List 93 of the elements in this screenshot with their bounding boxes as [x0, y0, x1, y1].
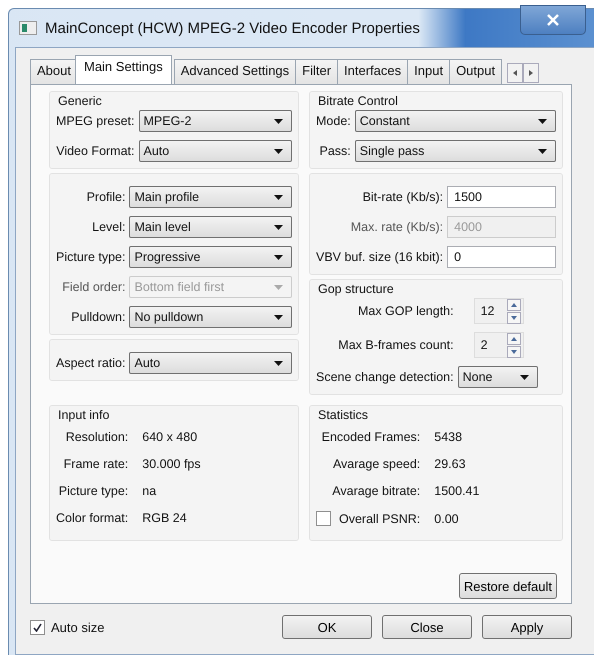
tab[interactable]: Main Settings	[74, 55, 172, 84]
field-label: Bit-rate (Kb/s):	[362, 190, 444, 204]
dialog-button[interactable]: OK	[282, 615, 372, 639]
dialog-button[interactable]: Apply	[482, 615, 572, 639]
tab[interactable]: Input	[407, 59, 450, 84]
info-label: Frame rate:	[62, 457, 128, 471]
info-value: 0.00	[434, 512, 460, 526]
info-label: Avarage speed:	[332, 457, 420, 471]
check-icon	[33, 622, 42, 632]
field-label: MPEG preset:	[56, 114, 134, 128]
dropdown[interactable]: Progressive	[129, 246, 292, 268]
dropdown[interactable]: MPEG-2	[138, 110, 292, 132]
close-icon	[547, 14, 559, 26]
dropdown-arrow-icon	[274, 148, 283, 154]
dropdown[interactable]: Constant	[354, 110, 556, 132]
spin-down-button[interactable]	[506, 312, 521, 324]
group-title: Gop structure	[318, 282, 395, 296]
info-value: 1500.41	[434, 484, 480, 498]
down-arrow-icon	[510, 350, 517, 354]
field-label: Level:	[91, 220, 126, 234]
group-title: Bitrate Control	[318, 94, 399, 108]
info-value: 5438	[434, 430, 464, 444]
info-value: 30.000 fps	[142, 457, 202, 471]
field-label: Aspect ratio:	[56, 356, 126, 370]
dropdown[interactable]: Auto	[129, 352, 292, 374]
dropdown[interactable]: Main profile	[129, 186, 292, 208]
scroll-left-button[interactable]	[507, 63, 524, 83]
info-value: RGB 24	[142, 511, 188, 525]
input-field[interactable]: 1500	[447, 186, 556, 208]
dropdown-arrow-icon	[274, 194, 283, 200]
left-arrow-icon	[513, 70, 518, 76]
field-label: VBV buf. size (16 kbit):	[316, 250, 444, 264]
restore-default-button[interactable]: Restore default	[458, 573, 557, 599]
info-value: na	[142, 484, 158, 498]
up-arrow-icon	[510, 336, 517, 340]
up-arrow-icon	[510, 302, 517, 306]
info-label: Overall PSNR:	[339, 512, 420, 526]
dropdown[interactable]: None	[458, 366, 538, 388]
field-label: Mode:	[316, 114, 351, 128]
dropdown-arrow-icon	[274, 284, 283, 290]
dropdown-arrow-icon	[274, 224, 283, 230]
app-icon	[19, 21, 37, 35]
scroll-right-button[interactable]	[523, 63, 540, 83]
field-label: Max. rate (Kb/s):	[350, 220, 444, 234]
field-label: Pass:	[318, 144, 351, 158]
tab[interactable]: Interfaces	[337, 59, 408, 84]
group-title: Generic	[58, 94, 103, 108]
field-label: Video Format:	[56, 144, 134, 158]
spin-up-button[interactable]	[506, 332, 521, 344]
tab[interactable]: Advanced Settings	[174, 59, 296, 84]
field-label: Pulldown:	[70, 310, 126, 324]
group-title: Input info	[58, 408, 110, 422]
checkbox-label: Auto size	[51, 620, 104, 634]
dropdown-arrow-icon	[274, 254, 283, 260]
spin-down-button[interactable]	[506, 346, 521, 358]
info-value: 29.63	[434, 457, 467, 471]
dropdown[interactable]: Auto	[138, 140, 292, 162]
info-label: Picture type:	[58, 484, 128, 498]
dropdown[interactable]: Main level	[129, 216, 292, 238]
spin-up-button[interactable]	[506, 298, 521, 310]
dropdown-arrow-icon	[520, 374, 529, 380]
dialog-button[interactable]: Close	[382, 615, 472, 639]
tab[interactable]: Output	[449, 59, 502, 84]
input-field[interactable]: 0	[447, 246, 556, 268]
spin-field[interactable]: 2	[474, 332, 524, 358]
dropdown-arrow-icon	[274, 314, 283, 320]
checkbox[interactable]	[316, 511, 331, 526]
dropdown[interactable]: No pulldown	[129, 306, 292, 328]
field-label: Picture type:	[56, 250, 126, 264]
window-title: MainConcept (HCW) MPEG-2 Video Encoder Properties	[45, 20, 420, 36]
tab[interactable]: Filter	[295, 59, 338, 84]
info-value: 640 x 480	[142, 430, 198, 444]
field-label: Profile:	[86, 190, 126, 204]
dropdown-arrow-icon	[538, 148, 547, 154]
field-label: Field order:	[61, 280, 126, 294]
group-title: Statistics	[318, 408, 370, 422]
spin-field[interactable]: 12	[474, 298, 524, 324]
dropdown[interactable]: Single pass	[354, 140, 556, 162]
right-arrow-icon	[529, 70, 534, 76]
info-label: Encoded Frames:	[320, 430, 420, 444]
field-label: Max B-frames count:	[337, 338, 454, 352]
field-label: Scene change detection:	[316, 370, 454, 384]
info-label: Resolution:	[64, 430, 128, 444]
dropdown-arrow-icon	[274, 360, 283, 366]
dropdown-arrow-icon	[274, 118, 283, 124]
dropdown-arrow-icon	[538, 118, 547, 124]
field-label: Max GOP length:	[356, 304, 454, 318]
down-arrow-icon	[510, 316, 517, 320]
checkbox[interactable]	[30, 620, 45, 634]
info-label: Avarage bitrate:	[331, 484, 420, 498]
info-label: Color format:	[56, 511, 128, 525]
close-button[interactable]	[520, 5, 586, 35]
tab[interactable]: About	[30, 59, 78, 84]
